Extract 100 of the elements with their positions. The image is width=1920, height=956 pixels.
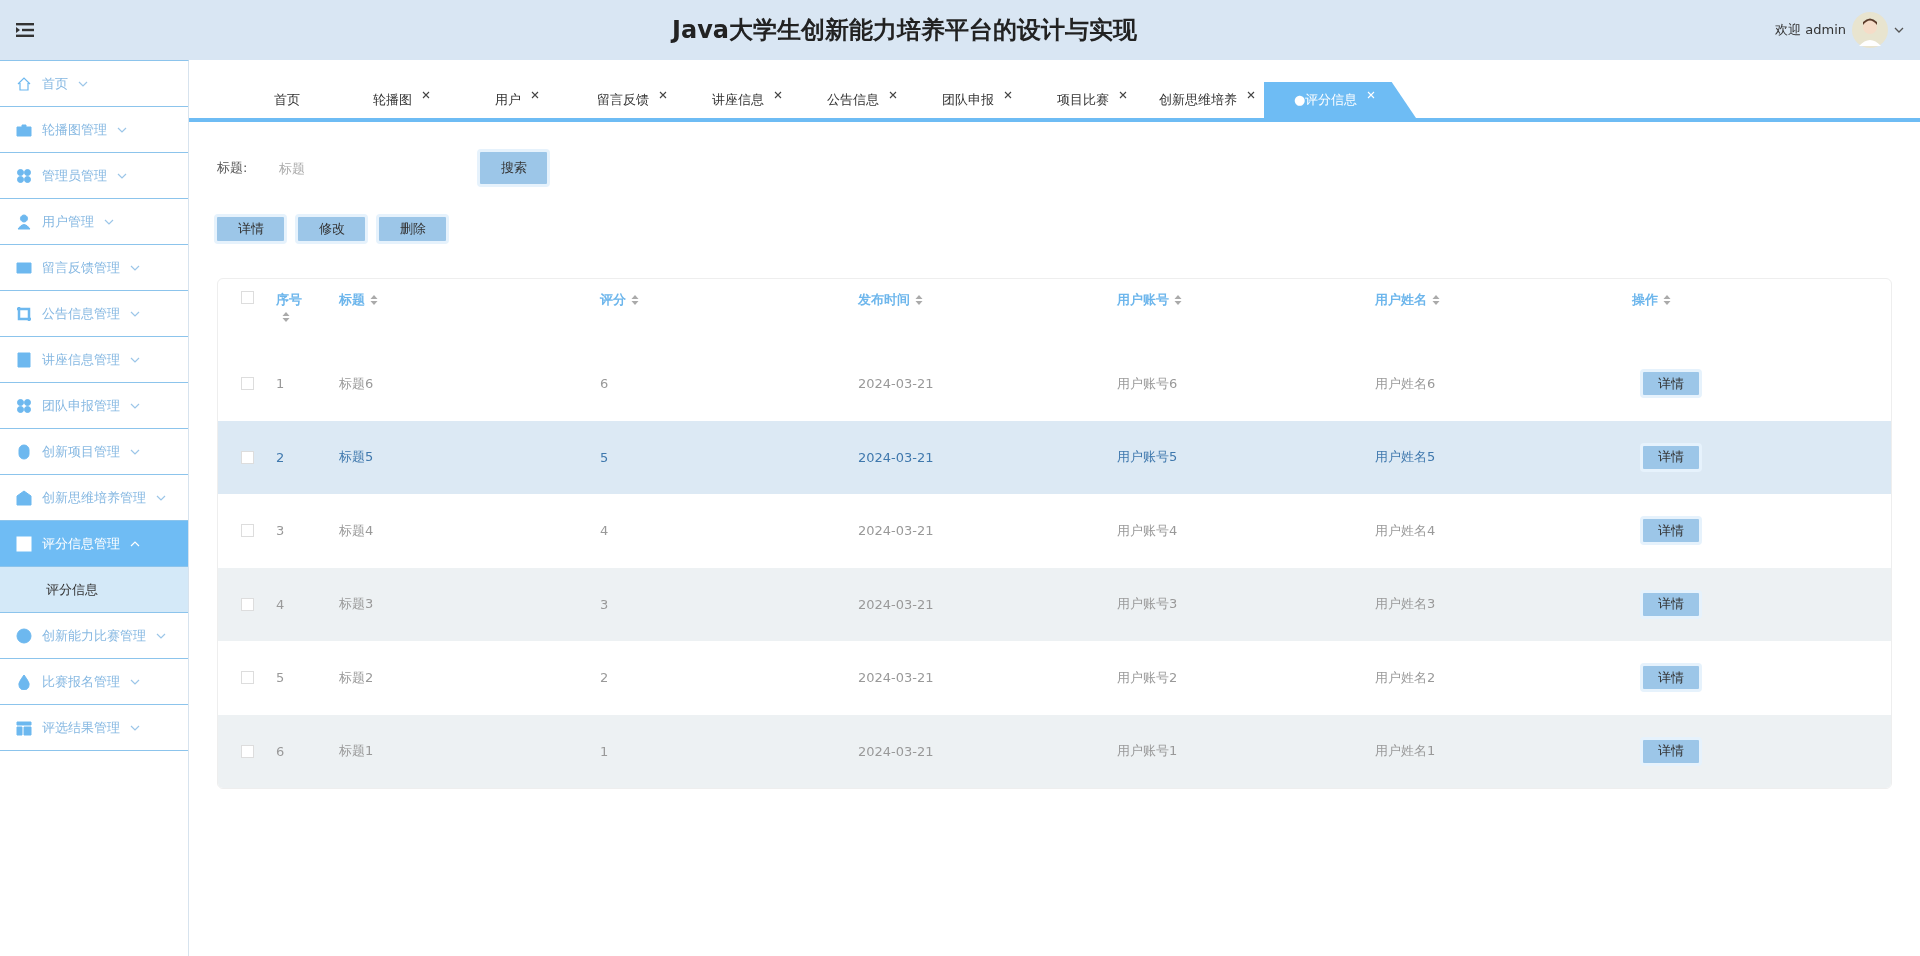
row-checkbox[interactable] [240,671,254,685]
table-cell: 用户姓名6 [1375,374,1436,393]
tab[interactable]: 创新思维培养 [1149,82,1264,118]
table-cell: 2024-03-21 [858,449,934,465]
sidebar-subitem[interactable]: 评分信息 [0,567,188,613]
row-checkbox[interactable] [240,597,254,611]
table-cell: 用户账号3 [1117,595,1178,614]
table-cell: 用户姓名1 [1375,742,1436,761]
sort-icon[interactable] [1174,294,1182,306]
table-cell: 用户姓名2 [1375,668,1436,687]
sort-icon[interactable] [1432,294,1440,306]
table-cell: 用户账号6 [1117,374,1178,393]
details-button[interactable]: 详情 [1640,589,1702,619]
crop-icon [16,305,32,322]
action-button[interactable]: 详情 [214,214,287,244]
sort-icon[interactable] [282,311,290,323]
tab[interactable]: 讲座信息 [689,82,804,118]
menu-icon[interactable] [16,23,34,37]
details-button[interactable]: 详情 [1640,663,1702,693]
table-cell: 2024-03-21 [858,523,934,539]
tab[interactable]: 留言反馈 [574,82,689,118]
details-button[interactable]: 详情 [1640,442,1702,472]
table-cell: 2024-03-21 [858,376,934,392]
user-icon [16,213,32,230]
table-cell: 用户姓名5 [1375,448,1436,467]
expand-icon [130,678,140,685]
action-button[interactable]: 修改 [295,214,368,244]
expand-icon [117,126,127,133]
table-cell: 用户账号1 [1117,742,1178,761]
tab[interactable]: 团队申报 [919,82,1034,118]
table-cell: 2024-03-21 [858,670,934,686]
app-title: Java大学生创新能力培养平台的设计与实现 [669,15,1139,46]
avatar-icon[interactable] [1852,12,1888,48]
table-cell: 5 [600,449,609,465]
table-cell: 用户姓名3 [1375,595,1436,614]
tab[interactable]: 项目比赛 [1034,82,1149,118]
expand-icon [130,402,140,409]
table-cell: 6 [600,376,609,392]
sort-icon[interactable] [1663,294,1671,306]
table-cell: 2024-03-21 [858,596,934,612]
row-checkbox[interactable] [240,524,254,538]
table-cell: 4 [600,523,609,539]
tab[interactable]: 首页 [229,82,344,118]
close-icon[interactable] [422,91,430,99]
expand-icon [156,632,166,639]
close-icon[interactable] [1246,91,1255,99]
table-row[interactable]: 2 标题5 5 2024-03-21 用户账号5 用户姓名5 详情 [218,420,1891,494]
table-cell: 6 [276,743,285,759]
sort-icon[interactable] [915,294,923,306]
table-cell: 1 [276,376,285,392]
expand-icon [104,218,114,225]
table-cell: 标题4 [339,521,374,540]
table-cell: 标题1 [339,742,374,761]
close-icon[interactable] [1003,91,1012,99]
row-checkbox[interactable] [240,450,254,464]
layout-icon [16,719,32,736]
close-icon[interactable] [773,91,782,99]
details-button[interactable]: 详情 [1640,736,1702,766]
table-cell: 2 [600,670,609,686]
close-icon[interactable] [1118,91,1127,99]
expand-icon [78,80,88,87]
caret-icon[interactable] [1894,27,1904,33]
close-icon[interactable] [530,91,539,99]
table-cell: 用户账号4 [1117,521,1178,540]
table-cell: 用户姓名4 [1375,521,1436,540]
close-icon[interactable] [888,91,897,99]
table-cell: 3 [600,596,609,612]
table-cell: 用户账号2 [1117,668,1178,687]
table-cell: 2 [276,449,285,465]
details-button[interactable]: 详情 [1640,369,1702,399]
select-all-checkbox[interactable] [240,291,254,304]
expand-icon [130,264,140,271]
table-row[interactable]: 3 标题4 4 2024-03-21 用户账号4 用户姓名4 详情 [218,494,1891,568]
expand-icon [130,724,140,731]
tab[interactable]: 用户 [459,82,574,118]
welcome-text: 欢迎 admin [1775,21,1846,39]
expand-icon [130,310,140,317]
expand-icon [117,172,127,179]
table-row[interactable]: 6 标题1 1 2024-03-21 用户账号1 用户姓名1 详情 [218,714,1891,788]
row-checkbox[interactable] [240,377,254,391]
table-cell: 标题3 [339,595,374,614]
table-cell: 2024-03-21 [858,743,934,759]
table-row[interactable]: 1 标题6 6 2024-03-21 用户账号6 用户姓名6 详情 [218,347,1891,421]
expand-icon [156,494,166,501]
table-cell: 1 [600,743,609,759]
table-cell: 用户账号5 [1117,448,1178,467]
row-checkbox[interactable] [240,744,254,758]
details-button[interactable]: 详情 [1640,516,1702,546]
tab[interactable]: 轮播图 [344,82,459,118]
search-button[interactable]: 搜索 [477,149,550,187]
table-row[interactable]: 5 标题2 2 2024-03-21 用户账号2 用户姓名2 详情 [218,641,1891,715]
sort-icon[interactable] [370,294,378,306]
table-row[interactable]: 4 标题3 3 2024-03-21 用户账号3 用户姓名3 详情 [218,567,1891,641]
close-icon[interactable] [658,91,667,99]
sort-icon[interactable] [631,294,639,306]
table-cell: 标题6 [339,374,374,393]
home-icon [16,75,32,92]
action-button[interactable]: 删除 [376,214,449,244]
table-cell: 标题2 [339,668,374,687]
tab[interactable]: 公告信息 [804,82,919,118]
